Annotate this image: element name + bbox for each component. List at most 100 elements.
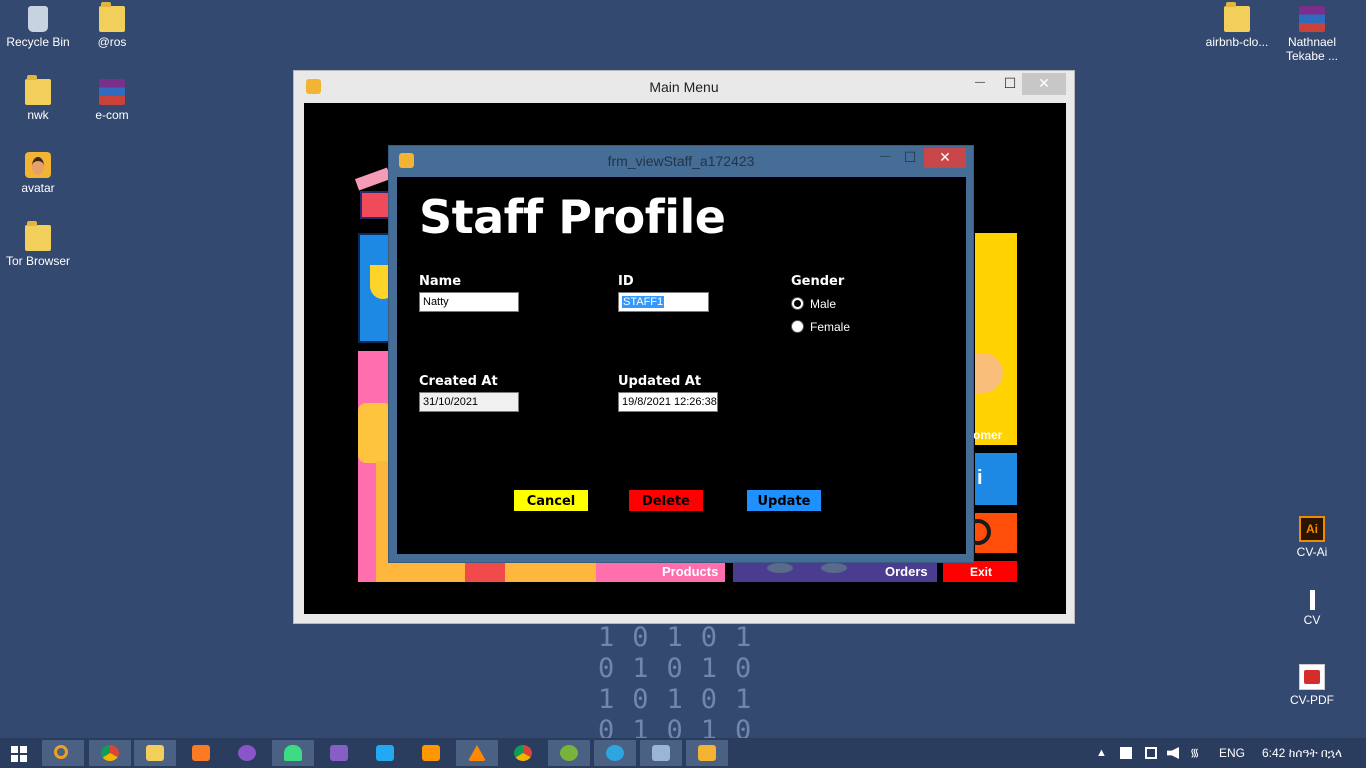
- desktop-icon-ros[interactable]: @ros: [74, 2, 150, 49]
- name-field[interactable]: Natty: [419, 292, 519, 312]
- gender-label: Gender: [791, 274, 845, 289]
- orders-label: Orders: [885, 564, 928, 579]
- info-tile[interactable]: i: [975, 453, 1017, 505]
- binary-row: 10101: [598, 684, 770, 715]
- customer-tile[interactable]: omer: [973, 233, 1017, 445]
- name-label: Name: [419, 274, 462, 289]
- page-title: Staff Profile: [419, 190, 726, 244]
- staff-profile-dialog: frm_viewStaff_a172423 — ☐ ✕ Staff Profil…: [388, 145, 974, 563]
- gender-radio-female[interactable]: [791, 320, 804, 333]
- id-field[interactable]: STAFF1: [618, 292, 709, 312]
- android-icon: [284, 745, 302, 761]
- binary-row: 10101: [598, 622, 770, 653]
- taskbar-remote-desktop[interactable]: [640, 740, 682, 766]
- github-icon: [238, 745, 256, 761]
- close-button[interactable]: ✕: [1022, 73, 1066, 95]
- desktop-icon-nathnael[interactable]: Nathnael Tekabe ...: [1274, 6, 1350, 63]
- archive-icon: [99, 79, 125, 105]
- search-icon: [54, 745, 68, 759]
- desktop-icon-label: Nathnael Tekabe ...: [1285, 35, 1339, 63]
- taskbar-visual-studio[interactable]: [318, 740, 360, 766]
- gender-option-label: Male: [810, 297, 837, 311]
- binary-row: 01010: [598, 653, 770, 684]
- chrome-icon: [101, 745, 119, 761]
- desktop-icon-airbnb[interactable]: airbnb-clo...: [1199, 2, 1275, 49]
- update-button[interactable]: Update: [747, 490, 821, 511]
- desktop-icon-nwk[interactable]: nwk: [0, 75, 76, 122]
- taskbar-vlc[interactable]: [456, 740, 498, 766]
- desktop-icon-label: Recycle Bin: [6, 35, 70, 49]
- start-button[interactable]: [0, 740, 42, 766]
- created-at-field[interactable]: 31/10/2021: [419, 392, 519, 412]
- updated-at-field[interactable]: 19/8/2021 12:26:38: [618, 392, 718, 412]
- customer-label: omer: [973, 428, 1003, 442]
- desktop-icon-label: CV-Ai: [1296, 545, 1328, 559]
- avatar-image-icon: [25, 152, 51, 178]
- volume-icon[interactable]: [1167, 747, 1179, 759]
- desktop-icon-recycle-bin[interactable]: Recycle Bin: [0, 6, 76, 49]
- folder-icon: [25, 75, 51, 105]
- taskbar-sublime[interactable]: [410, 740, 452, 766]
- window-title: Main Menu: [649, 79, 719, 95]
- delete-button[interactable]: Delete: [629, 490, 703, 511]
- wifi-icon[interactable]: ᯾: [1190, 738, 1199, 768]
- chrome-icon: [514, 745, 532, 761]
- dialog-content: Staff Profile Name Natty ID STAFF1 Gende…: [397, 177, 966, 554]
- sublime-icon: [422, 745, 440, 761]
- wallpaper-binary-pattern: 10101 01010 10101 01010: [598, 622, 769, 746]
- taskbar-telegram[interactable]: [594, 740, 636, 766]
- gift-bow: [354, 167, 392, 191]
- taskbar-github[interactable]: [226, 740, 268, 766]
- taskbar-search[interactable]: [42, 740, 84, 766]
- orders-tile[interactable]: Orders: [733, 561, 937, 582]
- id-label: ID: [618, 274, 634, 289]
- tray-chevron-icon[interactable]: ▲: [1096, 738, 1107, 768]
- desktop-icon-label: CV-PDF: [1289, 693, 1334, 707]
- desktop-icon-e-com[interactable]: e-com: [74, 79, 150, 122]
- info-icon: i: [977, 467, 983, 489]
- network-icon[interactable]: [1120, 747, 1132, 759]
- illustrator-file-icon: Ai: [1299, 516, 1325, 542]
- telegram-icon: [606, 745, 624, 761]
- pdf-file-icon: [1299, 664, 1325, 690]
- folder-icon: [99, 2, 125, 32]
- desktop-icon-cv[interactable]: CV: [1274, 590, 1350, 627]
- folder-icon: [146, 745, 164, 761]
- gender-option-label: Female: [810, 320, 851, 334]
- utorrent-icon: [560, 745, 578, 761]
- monitor-icon: [652, 745, 670, 761]
- taskbar-avatar-app[interactable]: [686, 740, 728, 766]
- desktop-icon-cv-pdf[interactable]: CV-PDF: [1274, 664, 1350, 707]
- desktop-icon-label: avatar: [21, 181, 55, 195]
- windows-icon: [11, 746, 27, 762]
- desktop-icon-avatar[interactable]: avatar: [0, 152, 76, 195]
- exit-button[interactable]: Exit: [943, 561, 1017, 582]
- tile-illustration: [821, 563, 847, 573]
- desktop-icon-label: e-com: [95, 108, 129, 122]
- cancel-button[interactable]: Cancel: [514, 490, 588, 511]
- vscode-icon: [376, 745, 394, 761]
- gift-graphic: [360, 191, 390, 219]
- settings-tile[interactable]: [965, 513, 1017, 553]
- language-indicator[interactable]: ENG: [1219, 738, 1245, 768]
- gender-radio-male[interactable]: [791, 297, 804, 310]
- taskbar-utorrent[interactable]: [548, 740, 590, 766]
- taskbar-vscode[interactable]: [364, 740, 406, 766]
- desktop-icon-label: CV: [1303, 613, 1321, 627]
- taskbar-xampp[interactable]: [180, 740, 222, 766]
- desktop-icon-cv-ai[interactable]: Ai CV-Ai: [1274, 516, 1350, 559]
- visual-studio-icon: [330, 745, 348, 761]
- taskbar-chrome[interactable]: [89, 740, 131, 766]
- taskbar-chrome-2[interactable]: [502, 740, 544, 766]
- taskbar-android-studio[interactable]: [272, 740, 314, 766]
- clock[interactable]: 6:42 ከሰዓት በኋላ: [1262, 738, 1342, 768]
- taskbar-file-explorer[interactable]: [134, 740, 176, 766]
- close-button[interactable]: ✕: [924, 148, 966, 168]
- avatar-icon: [698, 745, 716, 761]
- tile-illustration: [767, 563, 793, 573]
- tile-stripe: [465, 561, 505, 582]
- battery-icon[interactable]: [1145, 747, 1157, 759]
- desktop-icon-tor-browser[interactable]: Tor Browser: [0, 221, 76, 268]
- xampp-icon: [192, 745, 210, 761]
- products-label: Products: [662, 564, 719, 579]
